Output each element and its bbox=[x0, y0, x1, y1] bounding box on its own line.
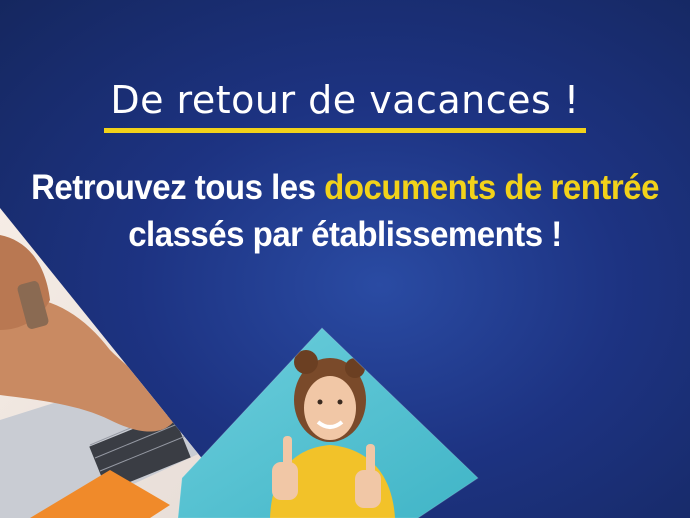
thumbs-up-woman-photo bbox=[178, 328, 478, 518]
laptop-typing-photo bbox=[0, 208, 479, 518]
promo-banner: De retour de vacances ! Retrouvez tous l… bbox=[0, 0, 690, 518]
